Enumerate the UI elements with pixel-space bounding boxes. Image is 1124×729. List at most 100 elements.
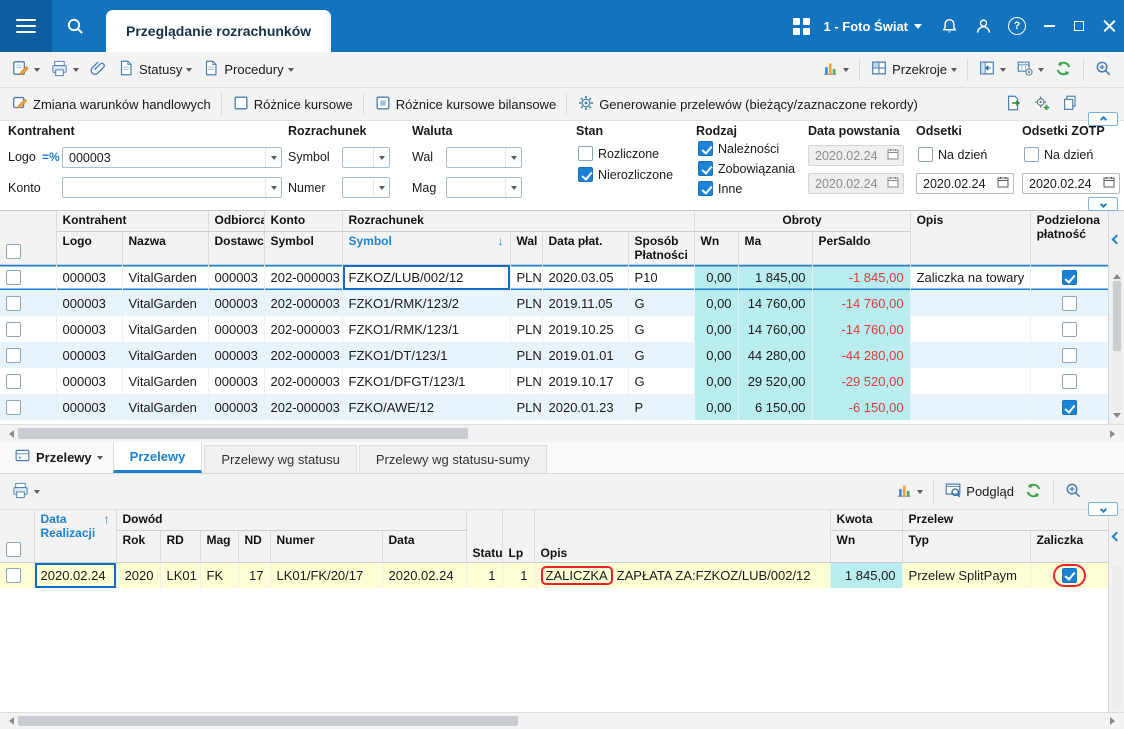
cell-sposob[interactable]: G — [628, 368, 694, 394]
cell-wal[interactable]: PLN — [510, 290, 542, 316]
cell-wal[interactable]: PLN — [510, 316, 542, 342]
cell-symbol[interactable]: FZKO1/DFGT/123/1 — [342, 368, 510, 394]
statusy-button[interactable]: Statusy — [112, 57, 197, 82]
cell-wn[interactable]: 0,00 — [694, 394, 738, 420]
konto-combo[interactable] — [62, 177, 282, 198]
cell-symbol[interactable]: FZKO1/DT/123/1 — [342, 342, 510, 368]
column-panel-toggle-button[interactable] — [1109, 510, 1124, 562]
cell-persaldo[interactable]: -14 760,00 — [812, 290, 910, 316]
scroll-up-icon[interactable] — [1113, 270, 1121, 279]
refresh-button-bottom[interactable] — [1019, 479, 1048, 505]
cell-nazwa[interactable]: VitalGarden — [122, 394, 208, 420]
export-button[interactable] — [1000, 92, 1028, 117]
cell-konto[interactable]: 202-000003 — [264, 290, 342, 316]
scroll-left-icon[interactable] — [5, 717, 14, 725]
col-nd[interactable]: ND — [238, 530, 270, 562]
collapse-filter-panel-up-button[interactable] — [1088, 112, 1118, 126]
cell-data-plat[interactable]: 2020.03.05 — [542, 264, 628, 290]
cell-nazwa[interactable]: VitalGarden — [122, 290, 208, 316]
cell-nazwa[interactable]: VitalGarden — [122, 264, 208, 290]
zmiana-warunkow-button[interactable]: Zmiana warunków handlowych — [6, 92, 216, 117]
maximize-button[interactable] — [1064, 0, 1094, 52]
cell-zaliczka[interactable] — [1030, 562, 1108, 588]
mag-combo[interactable] — [446, 177, 522, 198]
col-wal[interactable]: Wal — [510, 231, 542, 264]
cell-dostawca[interactable]: 000003 — [208, 394, 264, 420]
cell-persaldo[interactable]: -44 280,00 — [812, 342, 910, 368]
cell-logo[interactable]: 000003 — [56, 316, 122, 342]
cell-podzielona[interactable] — [1030, 342, 1108, 368]
roznice-kursowe-button[interactable]: Różnice kursowe — [227, 92, 358, 117]
cell-wn[interactable]: 0,00 — [694, 316, 738, 342]
cell-dostawca[interactable]: 000003 — [208, 368, 264, 394]
gear-plus-button[interactable] — [1028, 92, 1056, 117]
naleznosci-checkbox[interactable]: Należności — [698, 141, 779, 156]
cell-opis[interactable] — [910, 290, 1030, 316]
zoom-search-button-bottom[interactable] — [1059, 479, 1088, 505]
cell-konto[interactable]: 202-000003 — [264, 264, 342, 290]
cell-persaldo[interactable]: -29 520,00 — [812, 368, 910, 394]
cell-ma[interactable]: 14 760,00 — [738, 316, 812, 342]
podzielona-checkbox[interactable] — [1062, 374, 1077, 389]
cell-status[interactable]: 1 — [466, 562, 502, 588]
row-checkbox[interactable] — [6, 400, 21, 415]
cell-opis[interactable]: ZALICZKAZAPŁATA ZA:FZKOZ/LUB/002/12 — [534, 562, 830, 588]
row-checkbox[interactable] — [6, 322, 21, 337]
vertical-scroll-track[interactable] — [1112, 566, 1122, 708]
cell-data-plat[interactable]: 2019.11.05 — [542, 290, 628, 316]
cell-sposob[interactable]: G — [628, 316, 694, 342]
nierozliczone-checkbox[interactable]: Nierozliczone — [578, 167, 673, 182]
cell-sposob[interactable]: P — [628, 394, 694, 420]
cell-podzielona[interactable] — [1030, 290, 1108, 316]
cell-opis[interactable] — [910, 394, 1030, 420]
cell-symbol-current[interactable]: FZKOZ/LUB/002/12 — [342, 264, 510, 290]
filter-edit-button[interactable] — [6, 57, 45, 83]
cell-select[interactable] — [0, 368, 56, 394]
cell-konto[interactable]: 202-000003 — [264, 342, 342, 368]
top-grid-horizontal-scrollbar[interactable] — [0, 424, 1124, 442]
select-all-checkbox[interactable] — [6, 542, 21, 557]
horizontal-scroll-thumb[interactable] — [18, 716, 518, 726]
row-checkbox[interactable] — [6, 348, 21, 363]
refresh-button[interactable] — [1049, 57, 1078, 83]
minimize-button[interactable] — [1034, 0, 1064, 52]
logo-combo[interactable]: 000003 — [62, 147, 282, 168]
company-caret-icon[interactable] — [914, 24, 922, 33]
logo-operator[interactable]: =% — [42, 150, 60, 164]
row-checkbox[interactable] — [6, 568, 21, 583]
bottom-grid-horizontal-scrollbar[interactable] — [0, 712, 1124, 729]
cell-opis[interactable] — [910, 316, 1030, 342]
col-status[interactable]: Status — [466, 510, 502, 562]
rozliczone-checkbox[interactable]: Rozliczone — [578, 146, 659, 161]
podzielona-checkbox[interactable] — [1062, 322, 1077, 337]
chart-button[interactable] — [816, 57, 854, 82]
scroll-right-icon[interactable] — [1110, 430, 1119, 438]
col-nazwa[interactable]: Nazwa — [122, 231, 208, 264]
cell-wn[interactable]: 0,00 — [694, 342, 738, 368]
table-row[interactable]: 000003 VitalGarden 000003 202-000003 FZK… — [0, 342, 1108, 368]
cell-dostawca[interactable]: 000003 — [208, 342, 264, 368]
cell-data-plat[interactable]: 2019.10.17 — [542, 368, 628, 394]
table-row[interactable]: 000003 VitalGarden 000003 202-000003 FZK… — [0, 394, 1108, 420]
cell-select[interactable] — [0, 394, 56, 420]
cell-symbol[interactable]: FZKO1/RMK/123/2 — [342, 290, 510, 316]
row-checkbox[interactable] — [6, 270, 21, 285]
group-konto[interactable]: Konto — [264, 211, 342, 231]
group-kwota[interactable]: Kwota — [830, 510, 902, 530]
cell-wal[interactable]: PLN — [510, 368, 542, 394]
cell-data[interactable]: 2020.02.24 — [382, 562, 466, 588]
horizontal-scroll-thumb[interactable] — [18, 428, 468, 439]
data-powstania-od-field[interactable]: 2020.02.24 — [808, 145, 904, 166]
col-podzielona-platnosc[interactable]: Podzielona płatność — [1030, 211, 1108, 264]
podzielona-checkbox[interactable] — [1062, 348, 1077, 363]
bottom-grid-vertical-scrollbar[interactable] — [1109, 562, 1124, 712]
cell-select[interactable] — [0, 290, 56, 316]
attachment-button[interactable] — [84, 57, 112, 82]
procedury-button[interactable]: Procedury — [197, 57, 298, 82]
group-dowod[interactable]: Dowód — [116, 510, 466, 530]
podglad-button[interactable]: Podgląd — [939, 479, 1019, 504]
cell-numer[interactable]: LK01/FK/20/17 — [270, 562, 382, 588]
close-button[interactable] — [1094, 0, 1124, 52]
cell-logo[interactable]: 000003 — [56, 264, 122, 290]
cell-wal[interactable]: PLN — [510, 264, 542, 290]
